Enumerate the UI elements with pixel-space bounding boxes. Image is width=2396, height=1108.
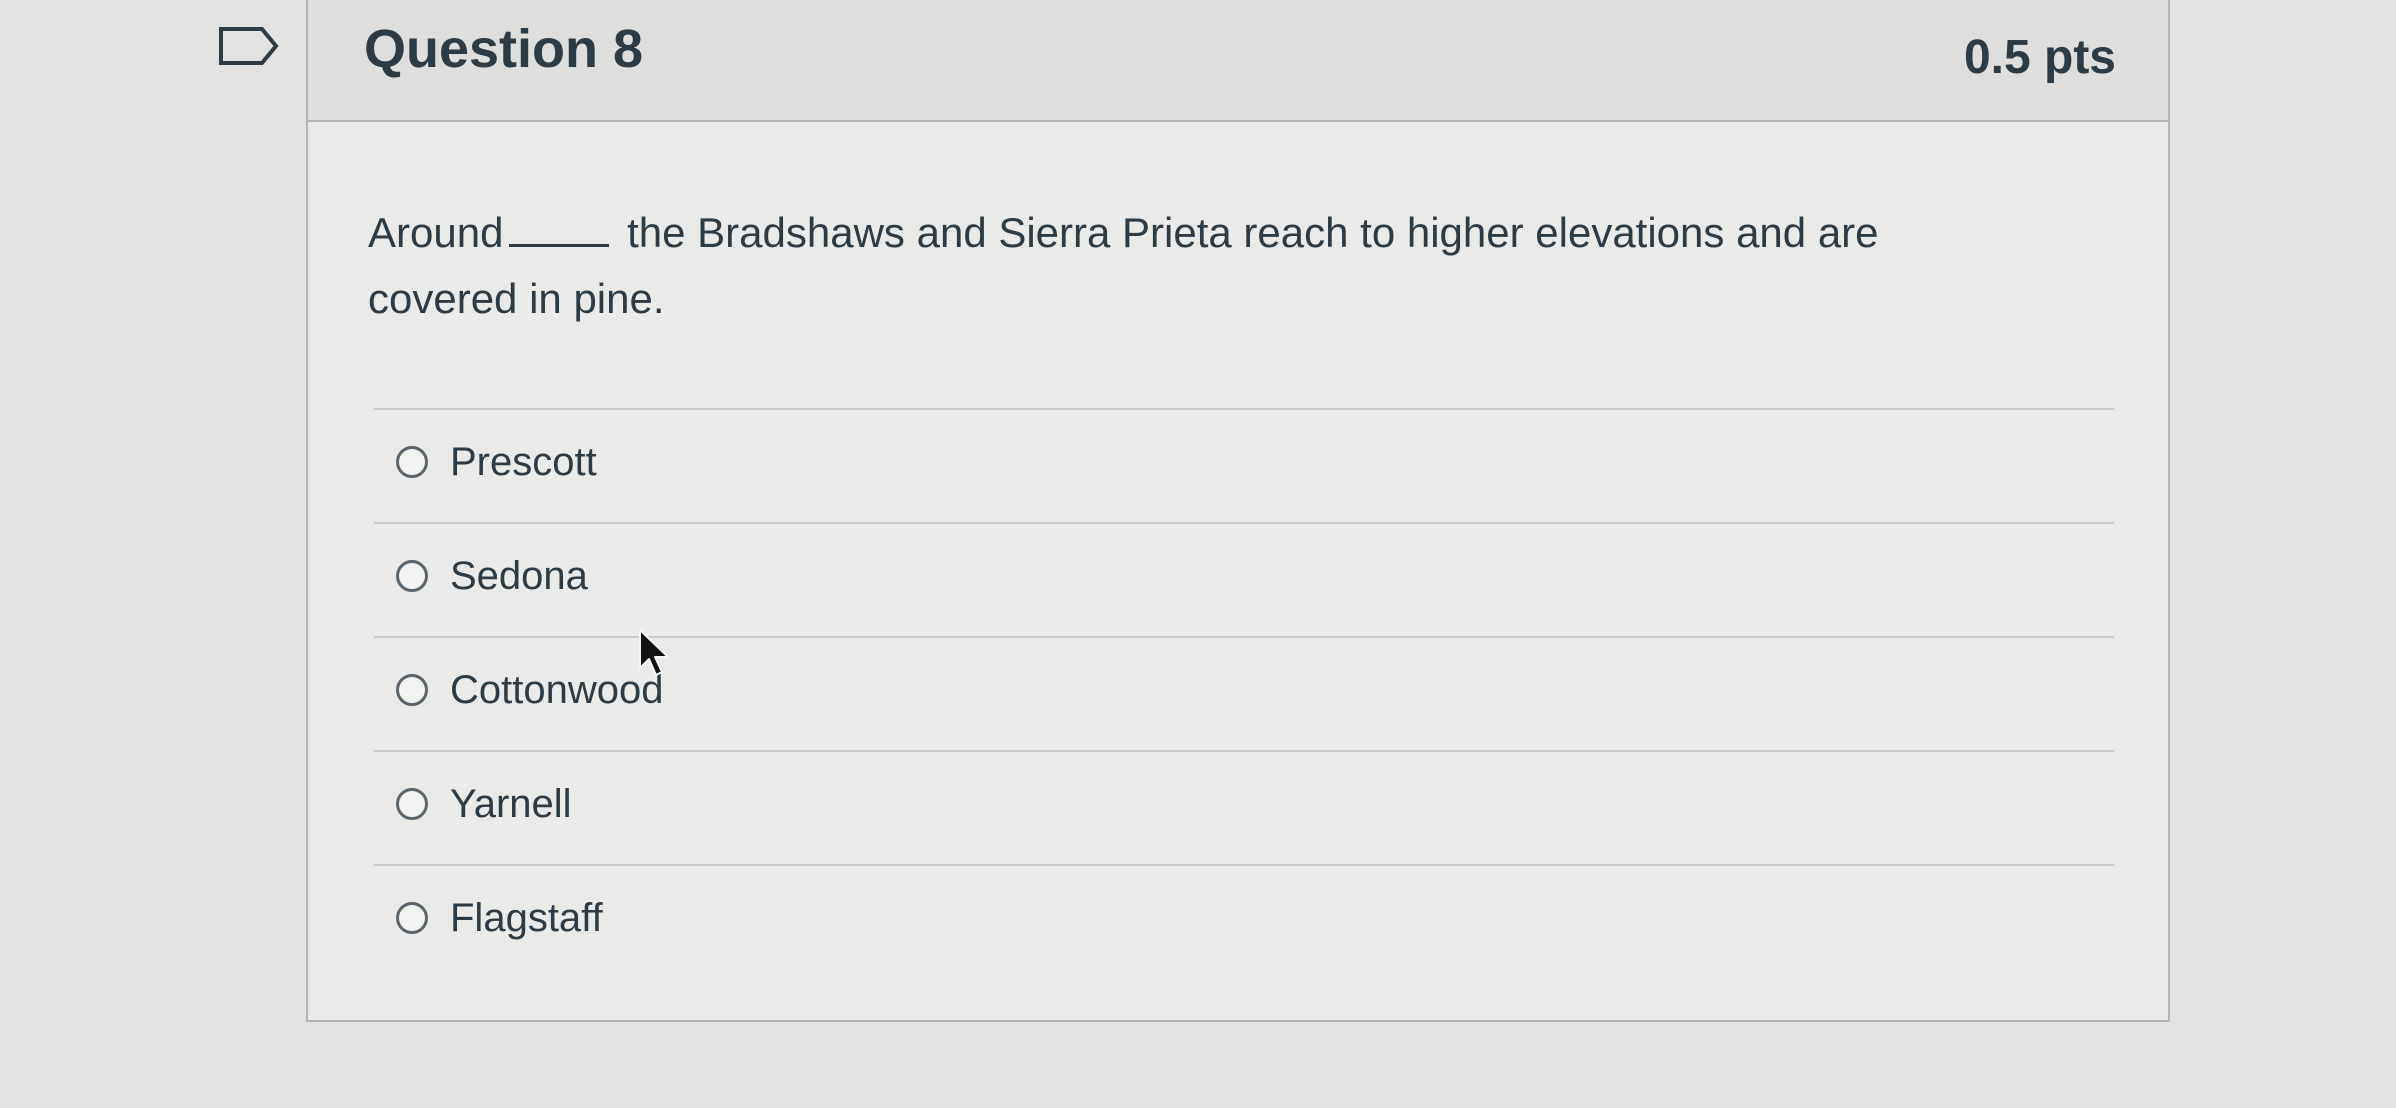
question-text-before-blank: Around <box>368 209 504 256</box>
answer-label[interactable]: Prescott <box>450 438 597 486</box>
mouse-pointer-icon <box>639 629 669 676</box>
fill-in-blank <box>509 244 610 247</box>
bookmark-flag-icon[interactable] <box>218 26 280 66</box>
question-text-after-blank: the Bradshaws and Sierra Prieta reach to… <box>368 209 1879 322</box>
answer-label[interactable]: Sedona <box>450 552 588 600</box>
radio-button[interactable] <box>396 902 428 934</box>
question-header: Question 8 0.5 pts <box>308 0 2168 122</box>
answer-option[interactable]: Yarnell <box>374 750 2114 864</box>
answer-label[interactable]: Cottonwood <box>450 666 663 714</box>
radio-button[interactable] <box>396 788 428 820</box>
answer-option[interactable]: Prescott <box>374 408 2114 522</box>
answer-option[interactable]: Flagstaff <box>374 864 2114 978</box>
radio-button[interactable] <box>396 674 428 706</box>
question-points: 0.5 pts <box>1963 31 2116 84</box>
answer-label[interactable]: Flagstaff <box>450 894 603 942</box>
answer-option[interactable]: Cottonwood <box>374 636 2114 750</box>
radio-button[interactable] <box>396 446 428 478</box>
question-title: Question 8 <box>364 19 644 79</box>
question-text: Around the Bradshaws and Sierra Prieta r… <box>368 200 1988 332</box>
radio-button[interactable] <box>396 560 428 592</box>
answer-label[interactable]: Yarnell <box>450 780 572 828</box>
answer-list: Prescott Sedona Cottonwood Yarnell Flags… <box>374 408 2114 978</box>
question-card: Question 8 0.5 pts Around the Bradshaws … <box>306 0 2170 1022</box>
answer-option[interactable]: Sedona <box>374 522 2114 636</box>
